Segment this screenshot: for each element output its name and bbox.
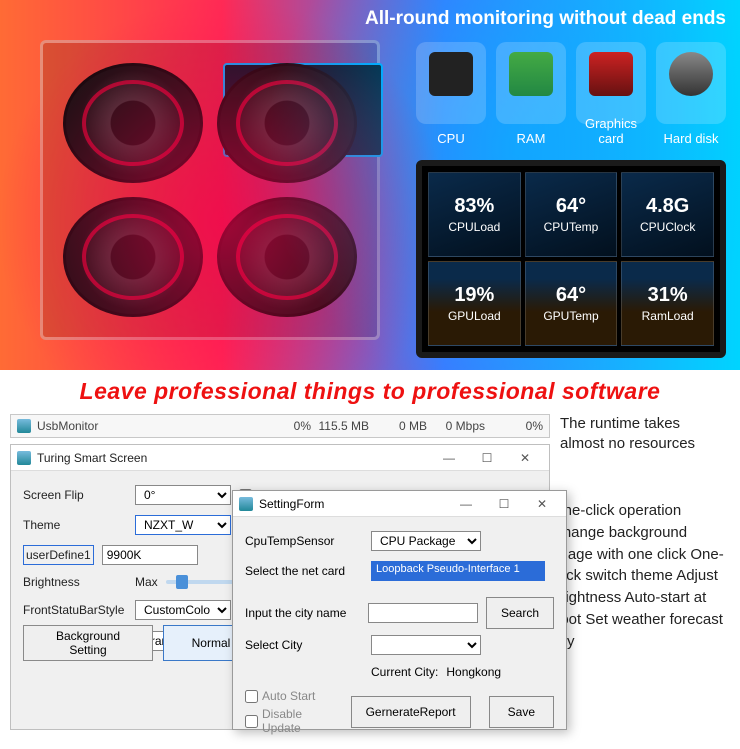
cpu-sensor-label: CpuTempSensor [245, 534, 363, 548]
process-cpu: 0% [259, 419, 317, 433]
stat-cell: 31%RamLoad [621, 261, 714, 346]
current-city-value: Hongkong [446, 665, 501, 679]
hero-title: All-round monitoring without dead ends [365, 8, 726, 30]
embedded-screen-graphic [223, 63, 383, 157]
stat-screen: 83%CPULoad 64°CPUTemp 4.8GCPUClock 19%GP… [416, 160, 726, 358]
maximize-button[interactable]: ☐ [486, 494, 522, 514]
app-icon [17, 419, 31, 433]
app-icon [17, 451, 31, 465]
disable-update-checkbox[interactable]: Disable Update [245, 707, 333, 735]
ram-icon [509, 52, 553, 96]
city-name-label: Input the city name [245, 606, 360, 620]
minimize-button[interactable]: — [448, 494, 484, 514]
process-disk: 0 MB [375, 419, 433, 433]
stat-cell: 64°CPUTemp [525, 172, 618, 257]
window-title: SettingForm [259, 497, 324, 511]
runtime-note: The runtime takes almost no resources [560, 414, 728, 453]
fan-icon [63, 63, 203, 183]
maximize-button[interactable]: ☐ [469, 448, 505, 468]
minimize-button[interactable]: — [431, 448, 467, 468]
userdefine-input[interactable] [102, 545, 198, 565]
hw-card-cpu: CPU [416, 42, 486, 124]
fan-icon [217, 63, 357, 183]
process-name: UsbMonitor [37, 419, 217, 433]
select-city-label: Select City [245, 638, 363, 652]
hero-banner: All-round monitoring without dead ends C… [0, 0, 740, 370]
settingform-window: SettingForm — ☐ ✕ CpuTempSensor CPU Pack… [232, 490, 567, 730]
save-button[interactable]: Save [489, 696, 554, 728]
stat-cell: 83%CPULoad [428, 172, 521, 257]
stat-cell: 4.8GCPUClock [621, 172, 714, 257]
feature-list: One-click operation Change background im… [552, 500, 728, 652]
stat-cell: 64°GPUTemp [525, 261, 618, 346]
process-mem: 115.5 MB [317, 419, 375, 433]
headline: Leave professional things to professiona… [0, 378, 740, 405]
close-button[interactable]: ✕ [507, 448, 543, 468]
select-city-select[interactable] [371, 635, 481, 655]
hw-card-ram: RAM [496, 42, 566, 124]
window-title: Turing Smart Screen [37, 451, 147, 465]
hw-card-gpu: Graphics card [576, 42, 646, 124]
pc-case-graphic [40, 40, 380, 340]
brightness-max: Max [135, 575, 158, 589]
background-setting-button[interactable]: Background Setting [23, 625, 153, 661]
front-style-label: FrontStatuBarStyle [23, 603, 127, 617]
city-name-input[interactable] [368, 603, 478, 623]
theme-label: Theme [23, 518, 127, 532]
net-card-label: Select the net card [245, 564, 363, 578]
fan-icon [63, 197, 203, 317]
process-gpu: 0% [491, 419, 549, 433]
screen-flip-select[interactable]: 0° [135, 485, 231, 505]
net-card-select[interactable]: Loopback Pseudo-Interface 1 [371, 561, 545, 581]
brightness-label: Brightness [23, 575, 127, 589]
stat-cell: 19%GPULoad [428, 261, 521, 346]
gpu-icon [589, 52, 633, 96]
auto-start-checkbox[interactable]: Auto Start [245, 689, 333, 703]
app-icon [239, 497, 253, 511]
search-button[interactable]: Search [486, 597, 554, 629]
process-net: 0 Mbps [433, 419, 491, 433]
hdd-icon [669, 52, 713, 96]
theme-select[interactable]: NZXT_W [135, 515, 231, 535]
userdefine-label: userDefine1 [23, 545, 94, 565]
close-button[interactable]: ✕ [524, 494, 560, 514]
current-city-label: Current City: [371, 665, 438, 679]
titlebar[interactable]: SettingForm — ☐ ✕ [233, 491, 566, 517]
hw-card-hdd: Hard disk [656, 42, 726, 124]
fan-icon [217, 197, 357, 317]
hardware-row: CPU RAM Graphics card Hard disk [416, 42, 726, 124]
screen-flip-label: Screen Flip [23, 488, 127, 502]
titlebar[interactable]: Turing Smart Screen — ☐ ✕ [11, 445, 549, 471]
front-style-select[interactable]: CustomColor [135, 600, 231, 620]
cpu-sensor-select[interactable]: CPU Package [371, 531, 481, 551]
generate-report-button[interactable]: GernerateReport [351, 696, 471, 728]
taskmgr-row: UsbMonitor 0% 115.5 MB 0 MB 0 Mbps 0% [10, 414, 550, 438]
cpu-icon [429, 52, 473, 96]
